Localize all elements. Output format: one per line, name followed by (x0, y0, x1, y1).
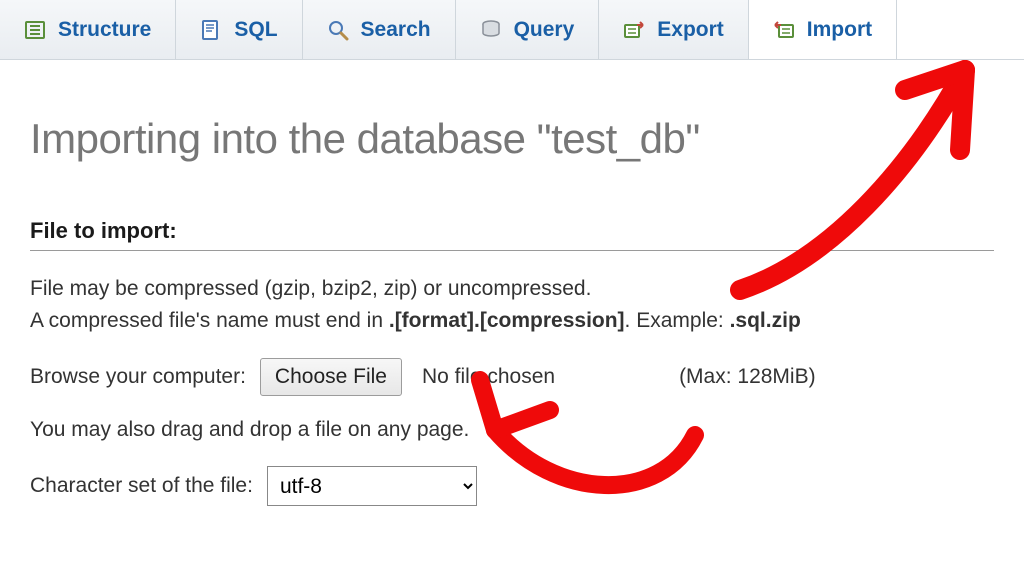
charset-row: Character set of the file: utf-8 (30, 466, 994, 506)
max-size: (Max: 128MiB) (679, 365, 816, 389)
tab-label: Structure (58, 18, 151, 42)
import-icon (773, 19, 795, 41)
dragdrop-info: You may also drag and drop a file on any… (30, 416, 994, 444)
charset-label: Character set of the file: (30, 474, 253, 498)
search-icon (327, 19, 349, 41)
name-rule-pattern: .[format].[compression] (389, 309, 625, 332)
name-rule-mid: . Example: (625, 309, 730, 332)
tab-label: Import (807, 18, 872, 42)
tab-search[interactable]: Search (303, 0, 456, 59)
choose-file-button[interactable]: Choose File (260, 358, 402, 396)
export-icon (623, 19, 645, 41)
compress-info: File may be compressed (gzip, bzip2, zip… (30, 275, 994, 303)
page-title: Importing into the database "test_db" (30, 115, 994, 163)
name-rule-info: A compressed file's name must end in .[f… (30, 307, 994, 335)
tab-label: Export (657, 18, 724, 42)
tab-label: Query (514, 18, 575, 42)
charset-select[interactable]: utf-8 (267, 466, 477, 506)
name-rule-example: .sql.zip (730, 309, 801, 332)
section-heading-file-to-import: File to import: (30, 218, 994, 251)
query-icon (480, 19, 502, 41)
tab-export[interactable]: Export (599, 0, 749, 59)
name-rule-pre: A compressed file's name must end in (30, 309, 389, 332)
tab-label: SQL (234, 18, 277, 42)
browse-label: Browse your computer: (30, 365, 246, 389)
tab-sql[interactable]: SQL (176, 0, 302, 59)
browse-row: Browse your computer: Choose File No fil… (30, 358, 994, 396)
structure-icon (24, 19, 46, 41)
page-content: Importing into the database "test_db" Fi… (0, 115, 1024, 506)
sql-icon (200, 19, 222, 41)
tab-label: Search (361, 18, 431, 42)
tab-query[interactable]: Query (456, 0, 600, 59)
tab-import[interactable]: Import (749, 0, 897, 59)
file-status: No file chosen (422, 365, 555, 389)
tab-structure[interactable]: Structure (0, 0, 176, 59)
tab-bar: Structure SQL Search Query Export Import (0, 0, 1024, 60)
